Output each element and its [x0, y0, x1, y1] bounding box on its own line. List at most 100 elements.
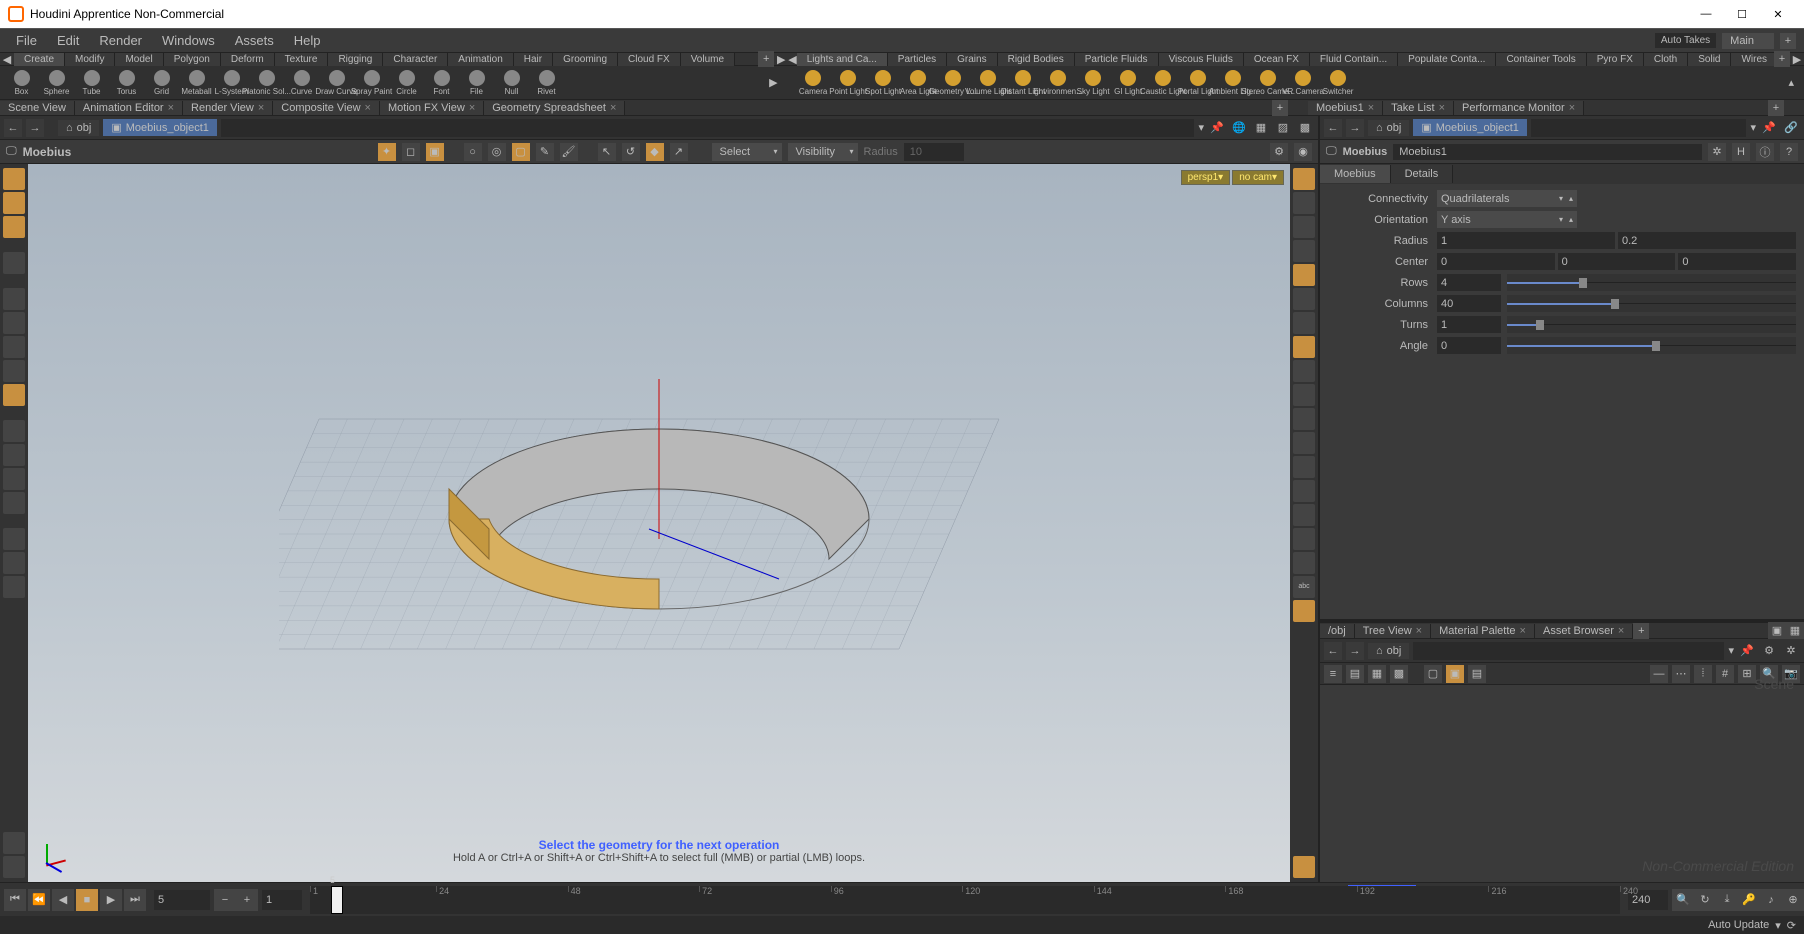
- tool-circle[interactable]: Circle: [389, 68, 424, 98]
- tool-torus[interactable]: Torus: [109, 68, 144, 98]
- tool-vis-icon[interactable]: ↗: [670, 143, 688, 161]
- flag2-icon[interactable]: ▨: [1274, 119, 1292, 137]
- parm-rows-slider[interactable]: [1507, 274, 1796, 291]
- tool-snap3[interactable]: [3, 468, 25, 490]
- update-dd[interactable]: ▾: [1775, 919, 1781, 932]
- tool-loop-icon[interactable]: ↺: [622, 143, 640, 161]
- path-dropdown[interactable]: ▾: [1198, 121, 1204, 134]
- flag1-icon[interactable]: ▦: [1252, 119, 1270, 137]
- tool-caustic-light[interactable]: Caustic Light: [1146, 68, 1181, 98]
- shelf-left-arrow[interactable]: ◀: [0, 53, 14, 66]
- panetab-take-list[interactable]: Take List×: [1383, 101, 1454, 115]
- tool-brush-icon[interactable]: 🖌: [560, 143, 578, 161]
- disp-6[interactable]: [1293, 384, 1315, 406]
- net-tab-obj[interactable]: /obj: [1320, 624, 1355, 638]
- net-c-icon[interactable]: ▤: [1468, 665, 1486, 683]
- tool-snap-icon[interactable]: ✦: [378, 143, 396, 161]
- shelf-tab-10[interactable]: Pyro FX: [1587, 53, 1644, 66]
- pin-icon[interactable]: 📌: [1208, 119, 1226, 137]
- parm-path-node[interactable]: ▣Moebius_object1: [1413, 119, 1527, 136]
- shelf-add[interactable]: +: [758, 51, 774, 67]
- menu-assets[interactable]: Assets: [227, 30, 282, 51]
- shelf-tab-volume[interactable]: Volume: [681, 53, 735, 66]
- panetab-scene-view[interactable]: Scene View: [0, 101, 75, 115]
- net-opt-icon[interactable]: ▦: [1786, 622, 1804, 640]
- network-canvas[interactable]: Scene Moebius_object1 Non-Commercial Edi…: [1320, 685, 1804, 882]
- parm-pin-icon[interactable]: 📌: [1760, 119, 1778, 137]
- net-tab-tree[interactable]: Tree View×: [1355, 624, 1431, 638]
- tool-select[interactable]: [3, 168, 25, 190]
- parm-radius-field[interactable]: 0.2: [1618, 232, 1796, 249]
- parm-radius-field[interactable]: 1: [1437, 232, 1615, 249]
- tool-ring-icon[interactable]: ◎: [488, 143, 506, 161]
- shelf-tab-animation[interactable]: Animation: [448, 53, 513, 66]
- toolbar-opt1-icon[interactable]: ⚙: [1270, 143, 1288, 161]
- parm-nav-fwd[interactable]: →: [1346, 119, 1364, 137]
- tool-point-light[interactable]: Point Light: [831, 68, 866, 98]
- disp-7[interactable]: [1293, 408, 1315, 430]
- tool-translate[interactable]: [3, 288, 25, 310]
- net-f1[interactable]: —: [1650, 665, 1668, 683]
- shelf-tab-3[interactable]: Rigid Bodies: [998, 53, 1075, 66]
- shelf-tab-4[interactable]: Particle Fluids: [1075, 53, 1159, 66]
- net-a-icon[interactable]: ▢: [1424, 665, 1442, 683]
- pane-add-left[interactable]: +: [1272, 100, 1288, 116]
- shelf-tab-texture[interactable]: Texture: [275, 53, 329, 66]
- shelf-tab-character[interactable]: Character: [383, 53, 448, 66]
- shelf-tab-modify[interactable]: Modify: [65, 53, 115, 66]
- shelf-tab-polygon[interactable]: Polygon: [164, 53, 221, 66]
- shelf-tab-cloud fx[interactable]: Cloud FX: [618, 53, 681, 66]
- net-max-icon[interactable]: ▣: [1768, 622, 1786, 640]
- tool-snap2[interactable]: [3, 444, 25, 466]
- tool-curve[interactable]: Curve: [284, 68, 319, 98]
- auto-takes-toggle[interactable]: Auto Takes: [1655, 33, 1716, 48]
- parm-help-icon[interactable]: ?: [1780, 143, 1798, 161]
- disp-5[interactable]: [1293, 360, 1315, 382]
- shelf-tab-2[interactable]: Grains: [947, 53, 997, 66]
- play-back[interactable]: ◀: [52, 889, 74, 911]
- tool-lasso-icon[interactable]: ✎: [536, 143, 554, 161]
- parm-path-field[interactable]: [1531, 119, 1747, 137]
- net-nav-back[interactable]: ←: [1324, 642, 1342, 660]
- shelf-hide[interactable]: ▴: [1782, 76, 1800, 89]
- net-opt2-icon[interactable]: ✲: [1782, 642, 1800, 660]
- menu-help[interactable]: Help: [286, 30, 329, 51]
- viewport[interactable]: persp1▾ no cam▾: [28, 164, 1290, 882]
- tool-rivet[interactable]: Rivet: [529, 68, 564, 98]
- tool-handles[interactable]: [3, 192, 25, 214]
- range-start[interactable]: 1: [262, 890, 302, 910]
- take-add-button[interactable]: +: [1780, 33, 1796, 49]
- shelf2-right-arrow[interactable]: ▶: [1790, 53, 1804, 66]
- panetab-geometry-spreadsheet[interactable]: Geometry Spreadsheet×: [484, 101, 625, 115]
- tool-box-icon[interactable]: ◻: [402, 143, 420, 161]
- tool-switcher[interactable]: Switcher: [1321, 68, 1356, 98]
- tool-environmen-[interactable]: Environmen...: [1041, 68, 1076, 98]
- panetab-performance-monitor[interactable]: Performance Monitor×: [1454, 101, 1584, 115]
- menu-windows[interactable]: Windows: [154, 30, 223, 51]
- shelf-tab-7[interactable]: Fluid Contain...: [1310, 53, 1398, 66]
- net-tab-mat[interactable]: Material Palette×: [1431, 624, 1535, 638]
- disp-14[interactable]: [1293, 600, 1315, 622]
- disp-4[interactable]: [1293, 336, 1315, 358]
- net-tab-asset[interactable]: Asset Browser×: [1535, 624, 1633, 638]
- timeline-cursor[interactable]: 5: [331, 886, 343, 914]
- tool-font[interactable]: Font: [424, 68, 459, 98]
- tool-render1[interactable]: [3, 528, 25, 550]
- path-root[interactable]: ⌂obj: [58, 120, 99, 136]
- update-mode[interactable]: Auto Update: [1708, 919, 1769, 931]
- disp-9[interactable]: [1293, 456, 1315, 478]
- pane-add-right[interactable]: +: [1768, 100, 1784, 116]
- tool-platonic sol...[interactable]: Platonic Sol...: [249, 68, 284, 98]
- tool-bottom1[interactable]: [3, 832, 25, 854]
- tool-circle-icon[interactable]: ○: [464, 143, 482, 161]
- tool-render2[interactable]: [3, 552, 25, 574]
- parm-center-field[interactable]: 0: [1437, 253, 1555, 270]
- disp-light[interactable]: [1293, 264, 1315, 286]
- play-stop[interactable]: ■: [76, 889, 98, 911]
- tool-tube[interactable]: Tube: [74, 68, 109, 98]
- frame-inc[interactable]: +: [236, 889, 258, 911]
- parm-turns-field[interactable]: 1: [1437, 316, 1501, 333]
- tool-spray paint[interactable]: Spray Paint: [354, 68, 389, 98]
- parm-link-icon[interactable]: 🔗: [1782, 119, 1800, 137]
- panetab-animation-editor[interactable]: Animation Editor×: [75, 101, 183, 115]
